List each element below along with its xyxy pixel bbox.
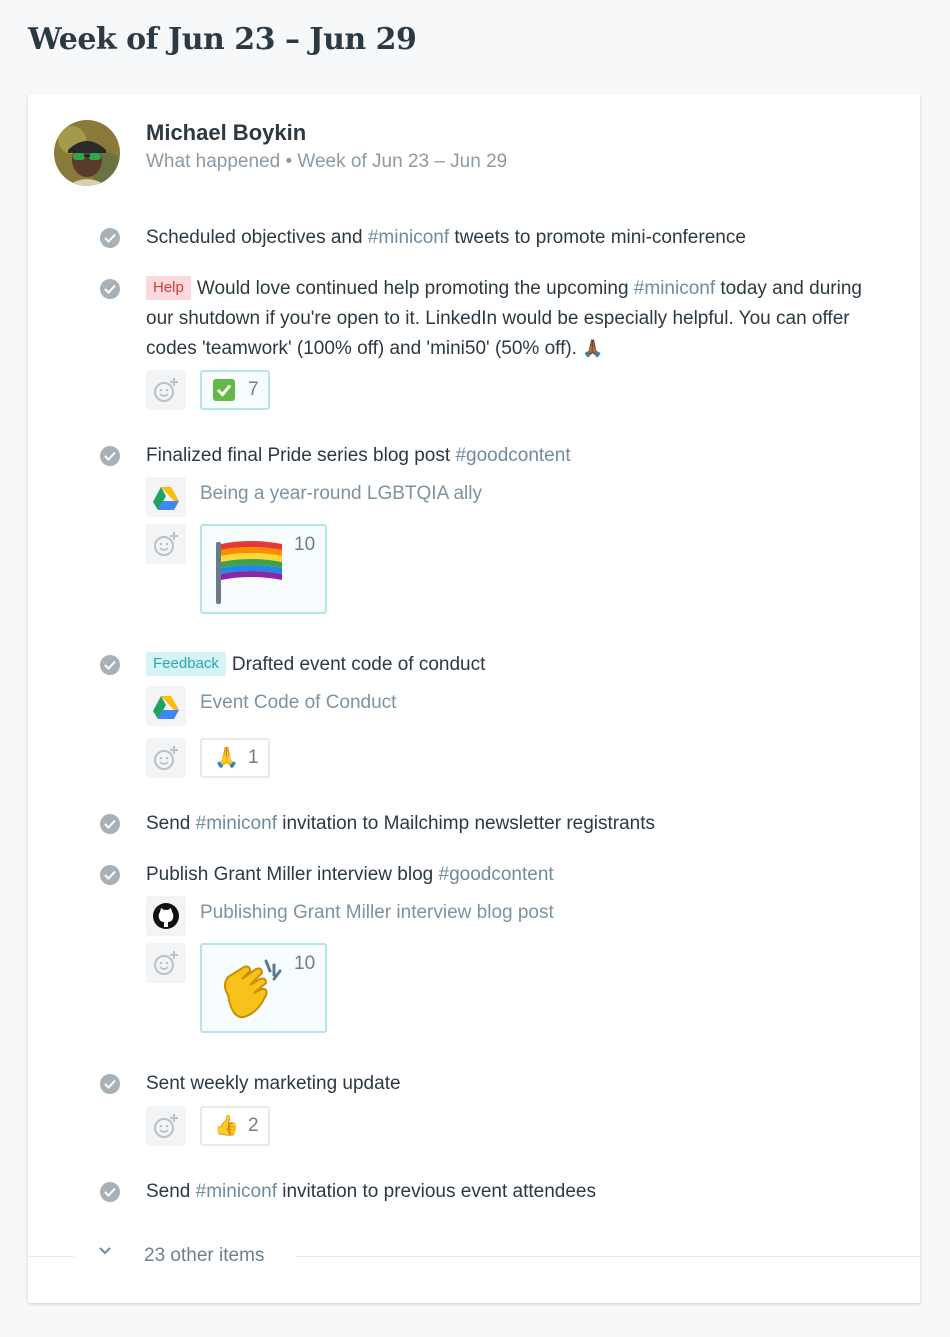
attachment-label: Event Code of Conduct <box>200 692 397 713</box>
divider <box>296 1256 920 1257</box>
item-text: Send #miniconf invitation to Mailchimp n… <box>146 813 656 834</box>
attachment-label: Being a year-round LGBTQIA ally <box>200 483 482 504</box>
google-drive-icon <box>146 686 186 726</box>
folded-hands-emoji: 🙏🏾 <box>582 339 604 358</box>
add-reaction-icon <box>154 951 178 975</box>
hashtag-link[interactable]: #miniconf <box>196 1181 277 1202</box>
reaction-button[interactable]: 10 <box>200 943 327 1033</box>
reaction-count: 7 <box>248 379 259 400</box>
check-icon <box>100 228 120 248</box>
check-icon <box>100 655 120 675</box>
github-icon <box>146 896 186 936</box>
item-text: Publish Grant Miller interview blog #goo… <box>146 864 554 885</box>
add-reaction-button[interactable] <box>146 370 186 410</box>
page-title: Week of Jun 23 – Jun 29 <box>28 22 417 57</box>
chevron-down-icon <box>99 1247 111 1255</box>
item-text: Sent weekly marketing update <box>146 1073 401 1094</box>
add-reaction-icon <box>154 746 178 770</box>
feedback-label: Feedback <box>146 652 226 676</box>
add-reaction-button[interactable] <box>146 943 186 983</box>
check-icon <box>100 865 120 885</box>
reaction-button[interactable]: 👍 2 <box>200 1106 270 1146</box>
add-reaction-icon <box>154 1114 178 1138</box>
add-reaction-button[interactable] <box>146 1106 186 1146</box>
hashtag-link[interactable]: #miniconf <box>634 278 715 299</box>
item-text: Send #miniconf invitation to previous ev… <box>146 1181 596 1202</box>
thumbs-up-emoji: 👍 <box>214 1115 239 1137</box>
reaction-count: 10 <box>294 953 316 974</box>
item-text: Feedback Drafted event code of conduct <box>146 650 886 680</box>
avatar[interactable] <box>54 120 120 186</box>
check-icon <box>100 1074 120 1094</box>
rainbow-flag-emoji <box>216 541 282 604</box>
show-more-label: 23 other items <box>144 1245 265 1266</box>
add-reaction-icon <box>154 378 178 402</box>
folded-hands-emoji: 🙏 <box>214 747 239 769</box>
user-subtitle: What happened • Week of Jun 23 – Jun 29 <box>146 151 508 172</box>
check-icon <box>100 814 120 834</box>
item-text: Scheduled objectives and #miniconf tweet… <box>146 227 746 248</box>
attachment-label: Publishing Grant Miller interview blog p… <box>200 902 554 923</box>
user-name[interactable]: Michael Boykin <box>146 120 306 146</box>
reaction-count: 2 <box>248 1115 259 1136</box>
hashtag-link[interactable]: #goodcontent <box>455 445 570 466</box>
google-drive-icon <box>146 477 186 517</box>
item-text: Finalized final Pride series blog post #… <box>146 445 571 466</box>
reaction-button[interactable]: 10 <box>200 524 327 614</box>
update-card: Michael Boykin What happened • Week of J… <box>28 94 920 1303</box>
divider <box>28 1256 74 1257</box>
reaction-button[interactable]: 7 <box>200 370 270 410</box>
reaction-button[interactable]: 🙏 1 <box>200 738 270 778</box>
check-icon <box>100 446 120 466</box>
add-reaction-button[interactable] <box>146 738 186 778</box>
hashtag-link[interactable]: #goodcontent <box>439 864 554 885</box>
item-text: Help Would love continued help promoting … <box>146 276 862 359</box>
hashtag-link[interactable]: #miniconf <box>368 227 449 248</box>
hashtag-link[interactable]: #miniconf <box>196 813 277 834</box>
reaction-count: 1 <box>248 747 259 768</box>
add-reaction-icon <box>154 532 178 556</box>
check-icon <box>100 279 120 299</box>
clapping-hands-emoji <box>224 959 282 1019</box>
reaction-count: 10 <box>294 534 316 555</box>
check-mark-button-emoji <box>213 379 235 401</box>
help-label: Help <box>146 276 191 300</box>
add-reaction-button[interactable] <box>146 524 186 564</box>
check-icon <box>100 1182 120 1202</box>
